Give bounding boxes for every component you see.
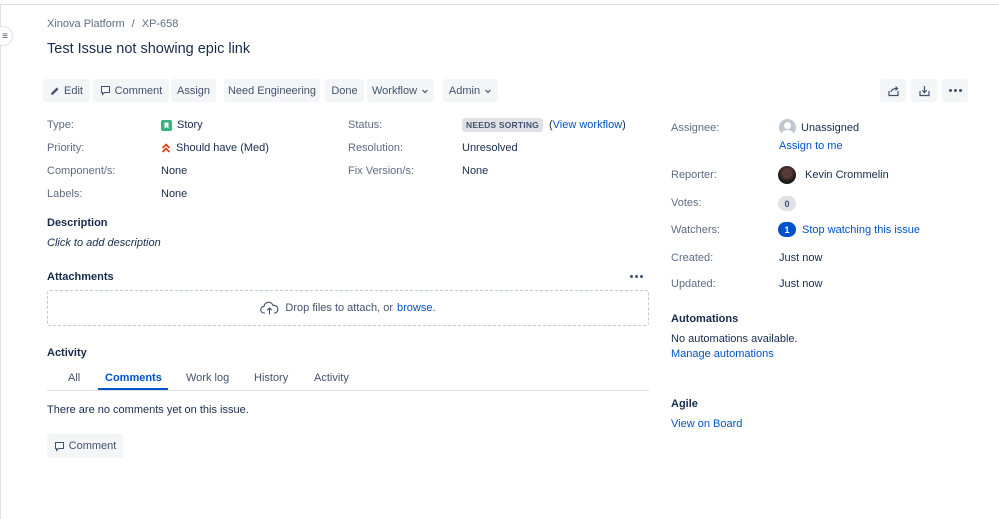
edit-button[interactable]: Edit bbox=[43, 79, 90, 102]
updated-label: Updated: bbox=[671, 278, 716, 290]
workflow-dropdown-label: Workflow bbox=[371, 84, 418, 97]
breadcrumb-separator: / bbox=[131, 18, 135, 30]
unassigned-avatar bbox=[779, 119, 796, 136]
page-title[interactable]: Test Issue not showing epic link bbox=[47, 41, 250, 57]
assignee-value-text: Unassigned bbox=[801, 121, 860, 134]
assign-button[interactable]: Assign bbox=[171, 79, 216, 102]
left-divider bbox=[0, 5, 1, 519]
votes-count-badge: 0 bbox=[778, 196, 796, 211]
tab-work-log[interactable]: Work log bbox=[186, 372, 229, 384]
tab-history[interactable]: History bbox=[254, 372, 288, 384]
created-label: Created: bbox=[671, 252, 714, 264]
votes-value[interactable]: 0 bbox=[778, 196, 796, 211]
attachments-more-icon[interactable] bbox=[630, 275, 643, 278]
reporter-value[interactable]: Kevin Crommelin bbox=[778, 166, 889, 184]
priority-label: Priority: bbox=[47, 142, 85, 154]
created-value: Just now bbox=[779, 252, 823, 264]
admin-dropdown-label: Admin bbox=[448, 84, 481, 97]
breadcrumb-project-link[interactable]: Xinova Platform bbox=[47, 18, 125, 30]
speech-bubble-icon bbox=[100, 86, 110, 96]
export-icon bbox=[918, 85, 930, 96]
assignee-label: Assignee: bbox=[671, 122, 720, 134]
agile-heading: Agile bbox=[671, 398, 698, 410]
watchers-label: Watchers: bbox=[671, 224, 721, 236]
story-icon bbox=[161, 119, 172, 131]
more-icon bbox=[948, 89, 962, 92]
add-comment-button[interactable]: Comment bbox=[47, 434, 123, 458]
labels-value: None bbox=[161, 188, 188, 200]
status-value: NEEDS SORTING (View workflow) bbox=[462, 118, 626, 132]
need-engineering-button[interactable]: Need Engineering bbox=[224, 79, 320, 102]
assignee-value[interactable]: Unassigned bbox=[779, 119, 859, 136]
tab-comments[interactable]: Comments bbox=[105, 372, 162, 384]
watchers-value: 1 Stop watching this issue bbox=[778, 222, 920, 237]
status-label: Status: bbox=[348, 119, 383, 131]
share-icon bbox=[887, 85, 899, 96]
menu-icon: ≡ bbox=[2, 30, 8, 42]
drop-files-text: Drop files to attach, or bbox=[285, 302, 394, 314]
type-value-text: Story bbox=[177, 119, 203, 131]
view-workflow-link[interactable]: View workflow bbox=[553, 119, 623, 131]
share-button[interactable] bbox=[880, 79, 906, 102]
export-button[interactable] bbox=[911, 79, 937, 102]
automations-heading: Automations bbox=[671, 313, 739, 325]
tab-all[interactable]: All bbox=[68, 372, 80, 384]
watchers-count-badge[interactable]: 1 bbox=[778, 222, 796, 237]
view-workflow-close-paren: ) bbox=[622, 119, 626, 131]
resolution-value: Unresolved bbox=[462, 142, 518, 154]
avatar bbox=[778, 166, 796, 184]
done-button[interactable]: Done bbox=[325, 79, 364, 102]
browse-link[interactable]: browse. bbox=[397, 302, 436, 314]
pencil-icon bbox=[51, 87, 59, 95]
no-automations-text: No automations available. bbox=[671, 333, 798, 345]
add-comment-button-label: Comment bbox=[68, 440, 117, 452]
activity-tabs: All Comments Work log History Activity bbox=[47, 369, 649, 391]
updated-value: Just now bbox=[779, 278, 823, 290]
sidebar-toggle-button[interactable]: ≡ bbox=[0, 26, 13, 46]
priority-value-text: Should have (Med) bbox=[176, 142, 269, 154]
labels-label: Labels: bbox=[47, 188, 83, 200]
reporter-label: Reporter: bbox=[671, 169, 717, 181]
reporter-value-text: Kevin Crommelin bbox=[805, 169, 889, 181]
components-value: None bbox=[161, 165, 188, 177]
attachments-heading: Attachments bbox=[47, 271, 114, 283]
votes-label: Votes: bbox=[671, 197, 702, 209]
resolution-label: Resolution: bbox=[348, 142, 404, 154]
chevron-down-icon bbox=[485, 89, 492, 93]
activity-heading: Activity bbox=[47, 347, 87, 359]
stop-watching-link[interactable]: Stop watching this issue bbox=[802, 224, 920, 236]
fix-version-label: Fix Version/s: bbox=[348, 165, 415, 177]
fix-version-value: None bbox=[462, 165, 489, 177]
top-divider bbox=[0, 4, 999, 5]
type-label: Type: bbox=[47, 119, 74, 131]
active-tab-indicator bbox=[98, 388, 168, 390]
no-comments-text: There are no comments yet on this issue. bbox=[47, 404, 249, 416]
manage-automations-link[interactable]: Manage automations bbox=[671, 348, 774, 360]
speech-bubble-icon bbox=[54, 441, 64, 452]
description-field[interactable]: Click to add description bbox=[47, 237, 161, 249]
double-chevron-up-icon bbox=[161, 142, 171, 153]
breadcrumb-issue-link[interactable]: XP-658 bbox=[142, 18, 179, 30]
priority-value: Should have (Med) bbox=[161, 142, 269, 154]
type-value: Story bbox=[161, 119, 203, 131]
cloud-upload-icon bbox=[260, 301, 279, 315]
attachment-dropzone[interactable]: Drop files to attach, or browse. bbox=[47, 290, 649, 326]
assign-to-me-link[interactable]: Assign to me bbox=[779, 140, 843, 152]
admin-dropdown[interactable]: Admin bbox=[443, 79, 498, 102]
status-lozenge[interactable]: NEEDS SORTING bbox=[462, 118, 543, 132]
breadcrumb: Xinova Platform / XP-658 bbox=[47, 18, 178, 30]
more-actions-button[interactable] bbox=[942, 79, 968, 102]
comment-button-label: Comment bbox=[114, 84, 163, 97]
edit-button-label: Edit bbox=[64, 84, 83, 97]
view-on-board-link[interactable]: View on Board bbox=[671, 418, 742, 430]
comment-button[interactable]: Comment bbox=[93, 79, 169, 102]
chevron-down-icon bbox=[422, 89, 428, 93]
description-heading: Description bbox=[47, 217, 108, 229]
tab-activity[interactable]: Activity bbox=[314, 372, 349, 384]
workflow-dropdown[interactable]: Workflow bbox=[367, 79, 434, 102]
components-label: Component/s: bbox=[47, 165, 116, 177]
